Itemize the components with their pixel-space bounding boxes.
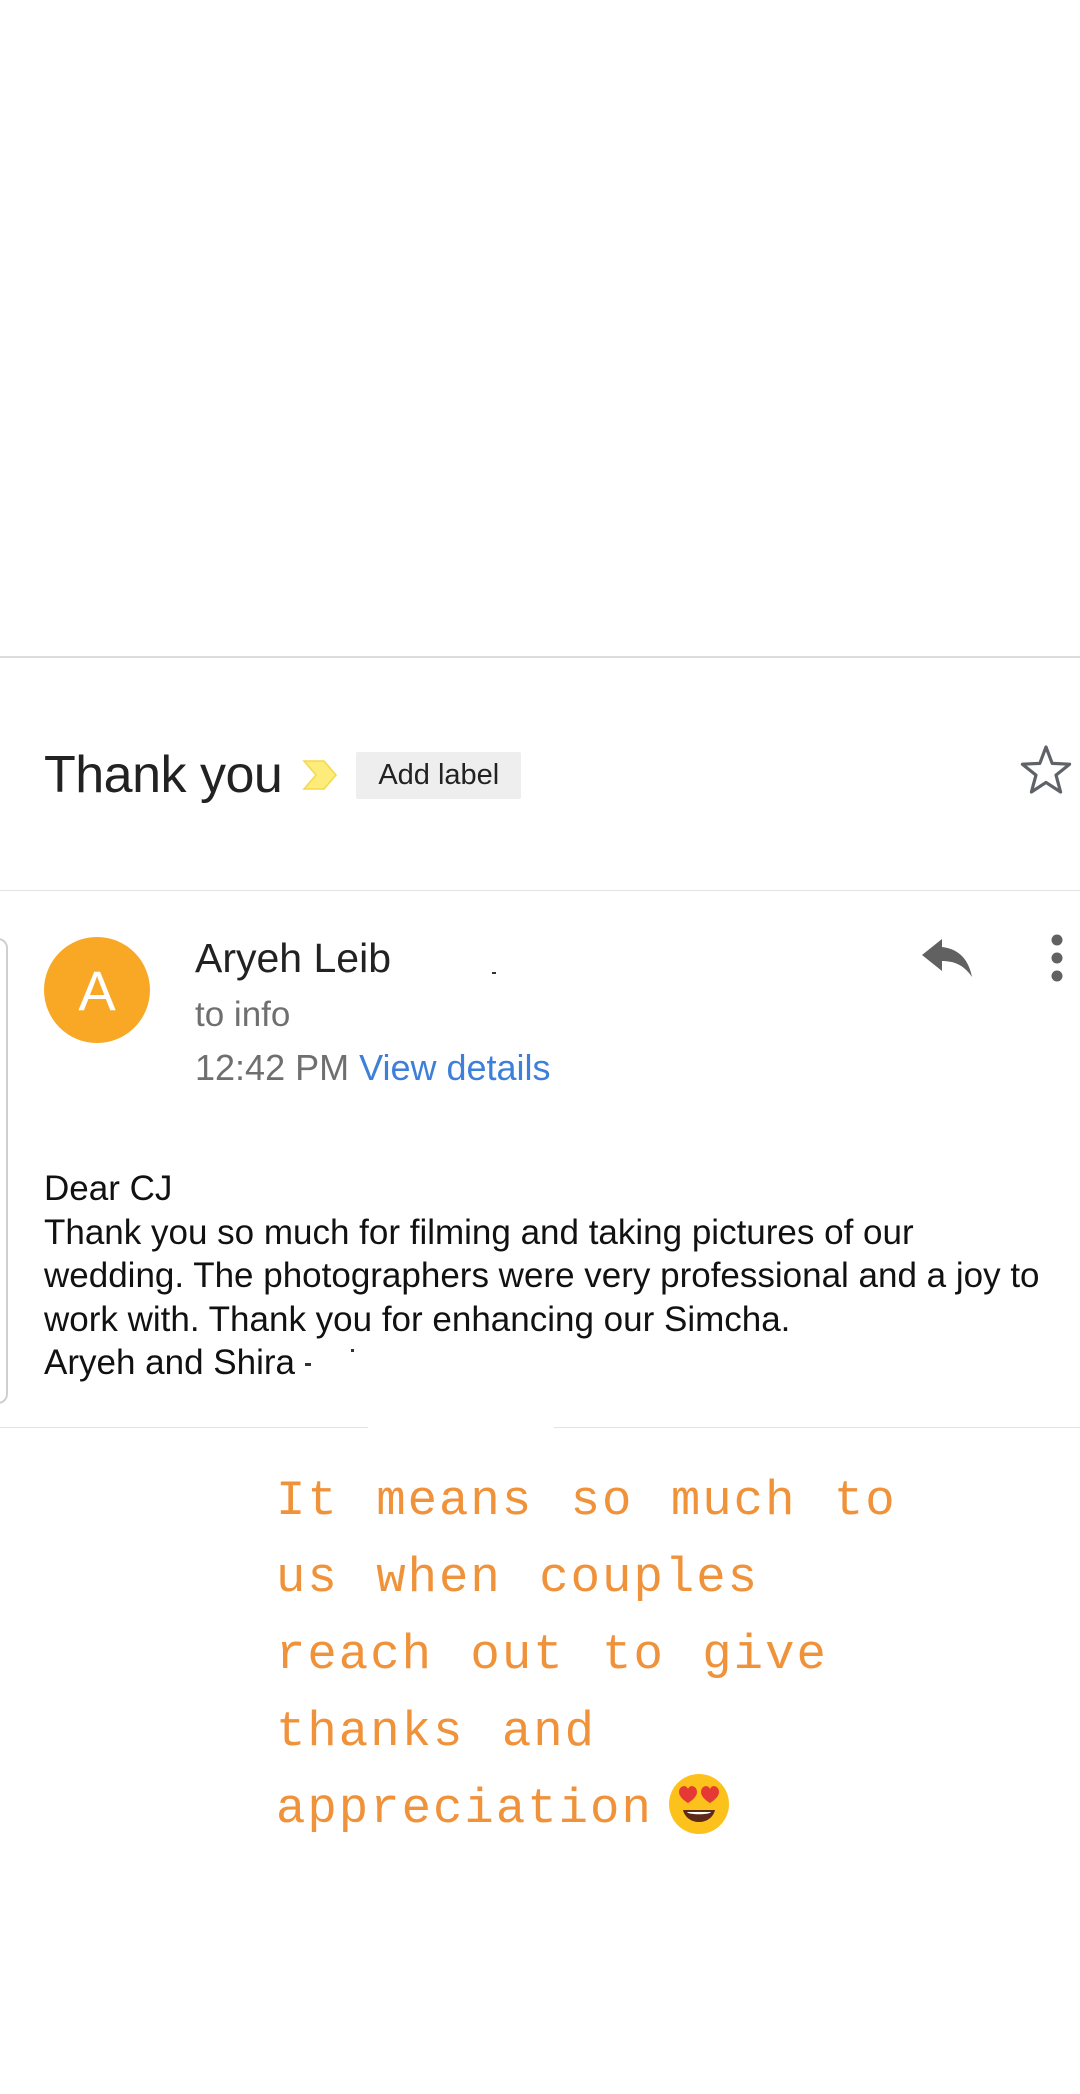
add-label-button[interactable]: Add label: [356, 751, 522, 799]
signature: Aryeh and Shira: [44, 1343, 295, 1382]
caption-line: It means so much to: [276, 1473, 897, 1529]
redaction-mark: [304, 1363, 311, 1367]
caption-line-last: appreciation: [276, 1771, 996, 1848]
heart-eyes-emoji-icon: [667, 1772, 731, 1836]
view-details-link[interactable]: View details: [359, 1047, 550, 1088]
importance-marker-icon[interactable]: [300, 755, 340, 795]
more-vert-icon[interactable]: [1040, 933, 1074, 985]
caption-line: reach out to give: [276, 1627, 828, 1683]
subject-row: Thank you Add label: [44, 735, 522, 815]
header-divider: [0, 656, 1080, 658]
message-text: Thank you so much for filming and taking…: [44, 1212, 1040, 1339]
sender-name[interactable]: Aryeh Leib: [195, 935, 391, 982]
email-subject: Thank you: [44, 746, 283, 804]
redaction-mark: [350, 1349, 354, 1352]
caption-line: appreciation: [276, 1781, 653, 1837]
signature-line: Aryeh and Shira: [44, 1341, 1054, 1385]
meta-line: 12:42 PM View details: [195, 1047, 551, 1089]
avatar[interactable]: A: [44, 937, 150, 1043]
caption-line: us when couples: [276, 1550, 760, 1606]
redaction-mark: [492, 972, 496, 974]
greeting: Dear CJ: [44, 1169, 173, 1208]
caption-overlay: It means so much to us when couples reac…: [276, 1463, 996, 1848]
recipient-line: to info: [195, 995, 291, 1034]
caption-line: thanks and: [276, 1704, 597, 1760]
reply-icon[interactable]: [920, 935, 974, 981]
email-body: Dear CJ Thank you so much for filming an…: [44, 1167, 1054, 1385]
message-card-edge: [0, 938, 8, 1404]
overlay-patch: [368, 1404, 554, 1444]
sent-time: 12:42 PM: [195, 1047, 350, 1088]
star-outline-icon[interactable]: [1017, 742, 1075, 800]
subject-divider: [0, 890, 1080, 891]
